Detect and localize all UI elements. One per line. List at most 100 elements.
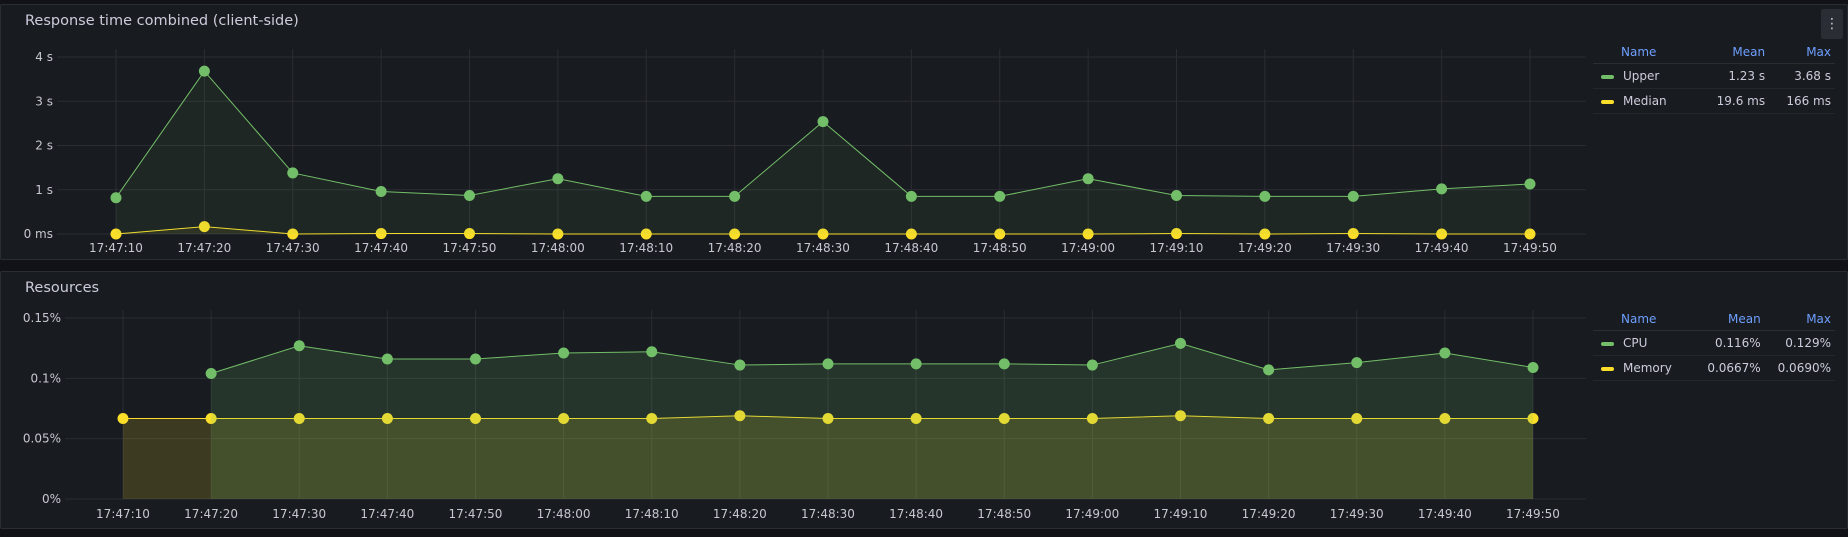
data-point-upper [1259,190,1271,202]
data-point-upper [287,167,299,179]
y-tick-label: 3 s [35,94,53,108]
legend-header-mean[interactable]: Mean [1698,41,1770,64]
response-time-legend: Name Mean Max Upper 1.23 s 3.68 s Median… [1593,41,1835,114]
x-tick-label: 17:49:50 [1503,241,1557,255]
legend-header-mean[interactable]: Mean [1694,308,1765,331]
data-point-cpu [646,346,658,358]
legend-series-name: Upper [1623,69,1660,83]
series-color-swatch [1601,366,1614,371]
legend-max-value: 0.129% [1764,330,1835,356]
series-color-swatch [1601,74,1614,79]
data-point-cpu [381,353,393,365]
y-tick-label: 0% [42,492,61,506]
x-tick-label: 17:47:30 [272,507,326,521]
resources-legend: Name Mean Max CPU 0.116% 0.129% Memory 0… [1593,308,1835,381]
y-tick-label: 2 s [35,139,53,153]
data-point-cpu [470,353,481,365]
resources-panel: Resources 0% 0.05% 0.1% 0.15% 17:47:10 17:47:… [0,271,1848,529]
data-point-upper [1436,183,1448,195]
legend-series-name: Median [1623,94,1667,108]
x-tick-label: 17:47:40 [360,507,414,521]
x-tick-label: 17:48:40 [889,507,943,521]
legend-max-value: 3.68 s [1769,63,1835,89]
x-tick-label: 17:48:20 [708,241,762,255]
x-tick-label: 17:47:20 [177,241,231,255]
x-tick-label: 17:49:20 [1238,241,1292,255]
data-point-cpu [205,368,217,380]
x-tick-label: 17:49:20 [1242,507,1296,521]
x-tick-label: 17:47:10 [96,507,150,521]
y-tick-label: 0.05% [23,432,61,446]
y-tick-label: 0.1% [31,371,62,385]
series-color-swatch [1601,341,1614,346]
y-tick-label: 0.15% [23,311,61,325]
legend-max-value: 0.0690% [1764,355,1835,381]
data-point-upper [729,190,741,202]
series-area-cpu [211,343,1533,499]
y-tick-label: 4 s [35,50,53,64]
x-tick-label: 17:48:10 [625,507,679,521]
legend-header-max[interactable]: Max [1764,308,1835,331]
x-tick-label: 17:49:40 [1415,241,1469,255]
legend-row-upper[interactable]: Upper 1.23 s 3.68 s [1593,63,1835,89]
panel-menu-button[interactable]: ⋮ [1821,9,1843,39]
data-point-cpu [1086,359,1098,371]
x-tick-label: 17:47:50 [449,507,503,521]
data-point-cpu [293,340,305,352]
x-tick-label: 17:47:40 [354,241,408,255]
x-tick-label: 17:48:20 [713,507,767,521]
x-tick-label: 17:48:00 [537,507,591,521]
response-time-panel: Response time combined (client-side) ⋮ 0… [0,4,1848,260]
x-tick-label: 17:48:00 [531,241,585,255]
x-tick-label: 17:49:30 [1326,241,1380,255]
data-point-cpu [1439,347,1451,359]
y-tick-label: 1 s [35,183,53,197]
response-time-chart: 0 ms 1 s 2 s 3 s 4 s 17:47:10 17:47:20 17:47:30… [24,49,1586,255]
x-tick-label: 17:48:40 [884,241,938,255]
legend-mean-value: 0.116% [1694,330,1765,356]
legend-header-name[interactable]: Name [1593,308,1695,331]
data-point-memory [117,413,129,425]
data-point-cpu [1263,364,1275,376]
x-tick-label: 17:48:30 [801,507,855,521]
data-point-upper [1347,190,1359,202]
x-tick-label: 17:47:10 [89,241,143,255]
data-point-upper [375,186,387,198]
data-point-upper [817,116,829,128]
data-point-upper [1171,190,1182,202]
legend-header-max[interactable]: Max [1769,41,1835,64]
x-tick-label: 17:47:20 [184,507,238,521]
data-point-upper [198,65,210,77]
data-point-cpu [910,358,922,370]
data-point-upper [552,173,564,185]
legend-series-name: CPU [1623,336,1648,350]
data-point-upper [640,190,652,202]
data-point-cpu [1351,357,1363,369]
legend-series-name: Memory [1623,361,1672,375]
data-point-cpu [1527,361,1539,373]
x-tick-label: 17:49:00 [1065,507,1119,521]
data-point-upper [464,190,475,202]
data-point-cpu [558,347,570,359]
x-tick-label: 17:48:30 [796,241,850,255]
x-tick-label: 17:47:30 [266,241,320,255]
data-point-upper [994,190,1006,202]
legend-row-cpu[interactable]: CPU 0.116% 0.129% [1593,330,1835,356]
x-tick-label: 17:48:50 [973,241,1027,255]
x-tick-label: 17:49:00 [1061,241,1115,255]
data-point-upper [1082,173,1094,185]
data-point-cpu [1175,337,1186,349]
legend-mean-value: 1.23 s [1698,63,1770,89]
legend-row-memory[interactable]: Memory 0.0667% 0.0690% [1593,355,1835,381]
data-point-upper [1524,178,1536,190]
legend-header-name[interactable]: Name [1593,41,1699,64]
legend-row-median[interactable]: Median 19.6 ms 166 ms [1593,88,1835,114]
data-point-upper [110,192,122,204]
series-color-swatch [1601,99,1614,104]
data-point-upper [905,190,917,202]
legend-mean-value: 19.6 ms [1698,88,1770,114]
y-tick-label: 0 ms [24,227,53,241]
x-tick-label: 17:49:10 [1150,241,1204,255]
data-point-cpu [822,358,834,370]
more-vertical-icon: ⋮ [1825,16,1839,32]
